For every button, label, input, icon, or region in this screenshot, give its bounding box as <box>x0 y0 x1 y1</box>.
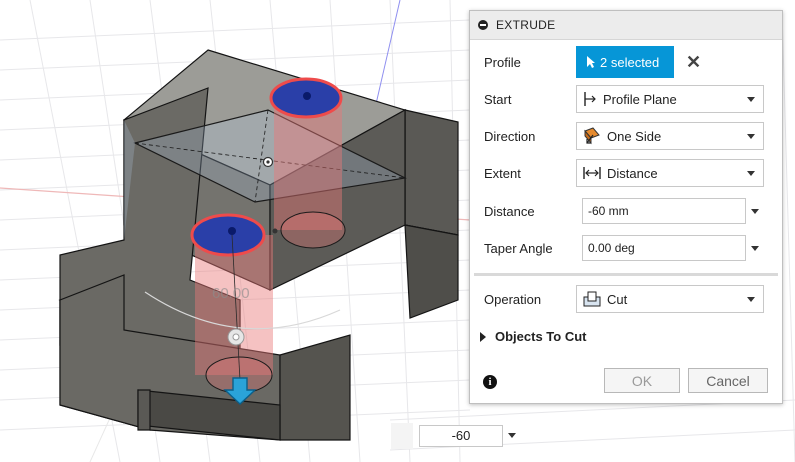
objects-to-cut-section[interactable]: Objects To Cut <box>480 329 586 344</box>
taper-row: Taper Angle <box>470 231 782 265</box>
operation-dropdown[interactable]: Cut <box>576 285 764 313</box>
profile-select-button[interactable]: 2 selected <box>576 46 674 78</box>
collapse-icon[interactable] <box>478 20 488 30</box>
cursor-select-icon <box>587 56 595 68</box>
chevron-down-icon <box>747 97 755 102</box>
direction-value: One Side <box>607 128 662 144</box>
extent-row: Extent Distance <box>470 156 782 190</box>
direction-label: Direction <box>484 128 536 144</box>
profile-select-value: 2 selected <box>600 54 660 70</box>
distance-input[interactable] <box>582 198 746 224</box>
distance-options-caret[interactable] <box>751 209 759 214</box>
dialog-footer: i OK Cancel <box>470 367 782 403</box>
selected-profile-bottom[interactable] <box>190 213 266 257</box>
start-value: Profile Plane <box>603 91 677 107</box>
taper-options-caret[interactable] <box>751 246 759 251</box>
profile-label: Profile <box>484 54 521 70</box>
chevron-down-icon <box>747 297 755 302</box>
chevron-down-icon <box>747 171 755 176</box>
close-icon[interactable]: ✕ <box>686 52 701 73</box>
extent-dropdown[interactable]: Distance <box>576 159 764 187</box>
chevron-down-icon <box>747 134 755 139</box>
section-divider <box>474 273 778 276</box>
profile-plane-icon <box>584 92 596 106</box>
one-side-icon <box>584 127 600 145</box>
extent-value: Distance <box>607 165 658 181</box>
operation-label: Operation <box>484 291 542 307</box>
taper-angle-input[interactable] <box>582 235 746 261</box>
profile-row: Profile 2 selected ✕ <box>470 45 782 79</box>
taper-label: Taper Angle <box>484 240 553 256</box>
operation-row: Operation Cut <box>470 282 782 316</box>
objects-to-cut-label: Objects To Cut <box>495 329 587 344</box>
dialog-header: EXTRUDE <box>470 11 782 40</box>
value-input-grip[interactable] <box>391 423 413 449</box>
extent-label: Extent <box>484 165 521 181</box>
taper-handle[interactable] <box>227 328 245 346</box>
operation-value: Cut <box>607 291 628 307</box>
pivot-dot <box>272 228 278 234</box>
info-icon[interactable]: i <box>483 375 497 389</box>
cancel-button[interactable]: Cancel <box>688 368 768 393</box>
heads-up-value-input[interactable]: -60 <box>419 425 503 447</box>
dimension-label: 60.00 <box>212 285 250 302</box>
direction-row: Direction One Side <box>470 119 782 153</box>
value-input-caret[interactable] <box>508 433 516 438</box>
plane-handle[interactable] <box>262 156 274 168</box>
dialog-title: EXTRUDE <box>496 18 556 32</box>
start-label: Start <box>484 91 512 107</box>
selected-profile-top[interactable] <box>269 77 343 119</box>
distance-icon <box>583 167 601 179</box>
start-dropdown[interactable]: Profile Plane <box>576 85 764 113</box>
cut-icon <box>583 291 601 307</box>
distance-label: Distance <box>484 203 535 219</box>
direction-dropdown[interactable]: One Side <box>576 122 764 150</box>
ok-button[interactable]: OK <box>604 368 680 393</box>
distance-row: Distance <box>470 194 782 228</box>
extrude-dialog: EXTRUDE Profile 2 selected ✕ Start Profi… <box>469 10 783 404</box>
start-row: Start Profile Plane <box>470 82 782 116</box>
expand-triangle-icon <box>480 331 486 342</box>
